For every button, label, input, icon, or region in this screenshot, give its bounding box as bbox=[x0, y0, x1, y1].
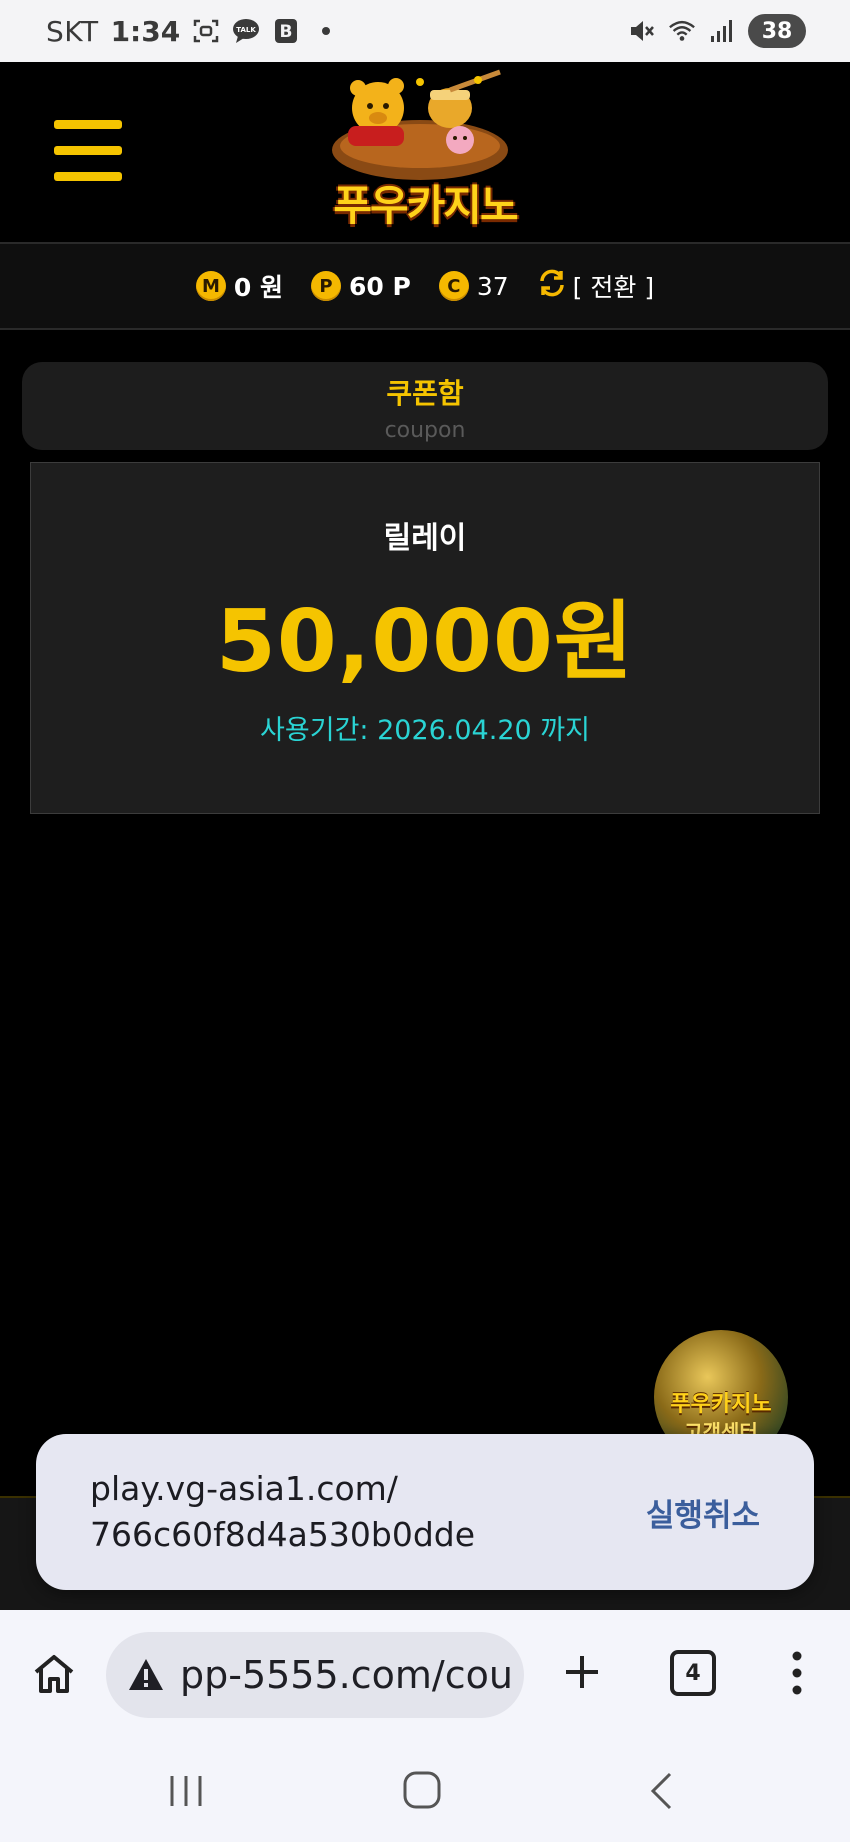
more-menu-icon[interactable] bbox=[782, 1646, 812, 1700]
talk-icon: TALK bbox=[232, 17, 260, 45]
money-value: 0 원 bbox=[233, 273, 284, 302]
point-value: 60 P bbox=[349, 271, 411, 301]
coupon-tab: 쿠폰함 coupon bbox=[22, 362, 828, 450]
coupon-expiry: 사용기간: 2026.04.20 까지 bbox=[260, 715, 590, 746]
clock: 1:34 bbox=[110, 14, 181, 48]
site-header: 푸우카지노 bbox=[0, 62, 850, 242]
money-balance: M 0 원 bbox=[195, 268, 284, 304]
snackbar-message: play.vg-asia1.com/ 766c60f8d4a530b0dde bbox=[90, 1466, 510, 1558]
logo-text: 푸우카지노 bbox=[333, 181, 518, 230]
battery-indicator: 38 bbox=[748, 14, 806, 48]
hamburger-icon[interactable] bbox=[54, 120, 122, 181]
status-bar: SKT 1:34 TALK B 38 bbox=[0, 0, 850, 62]
dot-icon bbox=[312, 17, 340, 45]
recent-apps-icon[interactable] bbox=[166, 1772, 206, 1810]
warning-icon[interactable] bbox=[126, 1655, 166, 1695]
coupon-title: 쿠폰함 bbox=[386, 377, 464, 410]
system-navigation bbox=[0, 1740, 850, 1842]
coupon-value: 37 bbox=[476, 271, 509, 301]
point-balance: P 60 P bbox=[311, 271, 411, 301]
balance-bar: M 0 원 P 60 P C 37 [ 전환 ] bbox=[0, 242, 850, 330]
screenshot-icon bbox=[192, 17, 220, 45]
point-coin-icon: P bbox=[311, 271, 342, 301]
coupon-name: 릴레이 bbox=[383, 521, 467, 556]
undo-button[interactable]: 실행취소 bbox=[646, 1490, 760, 1535]
mute-icon bbox=[628, 17, 656, 45]
back-icon[interactable] bbox=[646, 1770, 676, 1812]
svg-text:B: B bbox=[280, 22, 293, 42]
b-app-icon: B bbox=[272, 17, 300, 45]
money-coin-icon: M bbox=[195, 271, 226, 301]
coupon-card[interactable]: 릴레이 50,000원 사용기간: 2026.04.20 까지 bbox=[30, 462, 820, 814]
browser-toolbar: pp-5555.com/coupon 4 bbox=[0, 1610, 850, 1740]
snackbar-line2: 766c60f8d4a530b0dde bbox=[90, 1515, 476, 1554]
tab-switcher-button[interactable]: 4 bbox=[670, 1650, 716, 1696]
support-label-brand: 푸우카지노 bbox=[670, 1392, 772, 1417]
address-bar[interactable]: pp-5555.com/coupon bbox=[106, 1632, 524, 1718]
refresh-icon bbox=[537, 268, 567, 304]
site-logo[interactable]: 푸우카지노 bbox=[300, 68, 550, 236]
svg-text:TALK: TALK bbox=[236, 26, 256, 34]
convert-button[interactable]: [ 전환 ] bbox=[537, 268, 654, 304]
screen: SKT 1:34 TALK B 38 푸우카지노 M 0 원 P 60 P C … bbox=[0, 0, 850, 1842]
signal-icon bbox=[708, 17, 736, 45]
new-tab-icon[interactable] bbox=[560, 1650, 604, 1694]
carrier-label: SKT bbox=[46, 14, 99, 48]
snackbar-line1: play.vg-asia1.com/ bbox=[90, 1469, 398, 1508]
coupon-balance: C 37 bbox=[438, 271, 509, 301]
coupon-subtitle: coupon bbox=[384, 418, 466, 443]
convert-label: [ 전환 ] bbox=[572, 273, 655, 302]
url-text: pp-5555.com/coupon bbox=[180, 1653, 510, 1697]
wifi-icon bbox=[668, 17, 696, 45]
download-snackbar: play.vg-asia1.com/ 766c60f8d4a530b0dde 실… bbox=[36, 1434, 814, 1590]
coupon-coin-icon: C bbox=[438, 271, 469, 301]
home-icon[interactable] bbox=[30, 1650, 78, 1698]
system-home-icon[interactable] bbox=[402, 1770, 442, 1810]
coupon-amount: 50,000원 bbox=[216, 592, 634, 692]
